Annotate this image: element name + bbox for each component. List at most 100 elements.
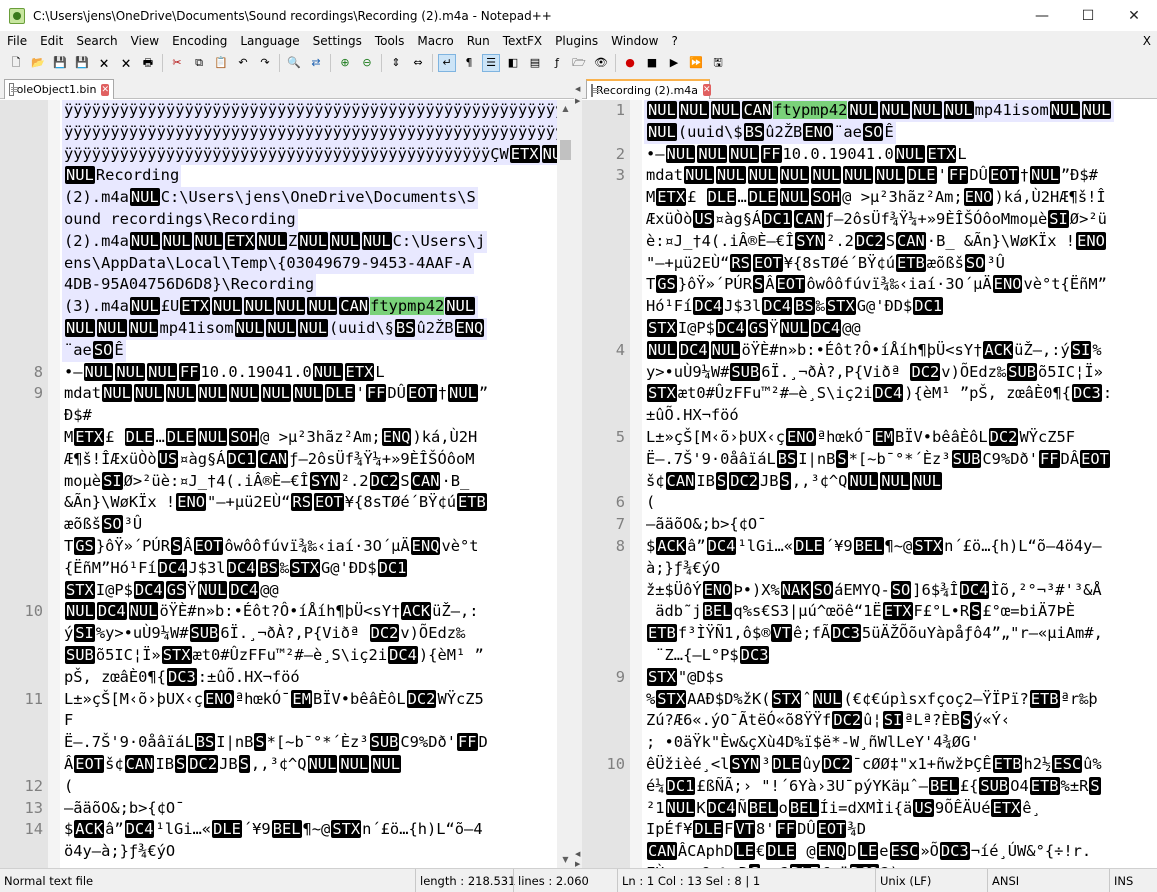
text-line[interactable]: T GS}ôŸ»´PÚR S Â EOT ôwôôfúvï¾‰‹iaí·3O´µÄ ENQ v… [0,536,574,558]
text-line[interactable]: ÿÿÿÿÿÿÿÿÿÿÿÿÿÿÿÿÿÿÿÿÿÿÿÿÿÿÿÿÿÿÿÿÿÿÿÿÿÿÿÿ… [0,143,574,166]
text-line[interactable]: ÿÿÿÿÿÿÿÿÿÿÿÿÿÿÿÿÿÿÿÿÿÿÿÿÿÿÿÿÿÿÿÿÿÿÿÿÿÿÿÿ… [0,100,574,122]
text-line[interactable]: ädb˜j BEL q%s€S3|µú^œöê“1Ë ETX F£°L•R S £°œ=bi… [582,601,1157,623]
close-all-icon[interactable]: 🗙 [118,55,134,71]
text-line[interactable]: ²1 NUL K DC4 Ñ BEL o BEL Íi=dXMÌi{ä US 9ÕÊÄUé ETX ê¸ [582,798,1157,820]
text-line[interactable]: ±ûÕ.HX¬föó [582,405,1157,427]
new-file-icon[interactable]: 🗋 [8,55,24,71]
text-line[interactable]: ¨ae SO Ê [0,339,574,362]
status-encoding[interactable]: ANSI [987,869,1109,892]
menu-window[interactable]: Window [604,31,664,51]
scroll-up-icon[interactable]: ▲ [557,100,574,117]
text-line[interactable]: y>•uÙ9¼W# SUB 6Ï.¸¬ðÀ?,P{Viðª DC2 v)ÕEdz‰ SU… [582,362,1157,384]
text-line[interactable]: ý SI %y>•uÙ9¼W# SUB 6Ï.¸¬ðÀ?,P{Viðª DC2 v)ÕEd… [0,623,574,645]
copy-icon[interactable]: ⧉ [191,55,207,71]
status-eol[interactable]: Unix (LF) [875,869,987,892]
menu-search[interactable]: Search [69,31,123,51]
text-line[interactable]: STX I@P$ DC4 GS Ÿ NUL DC4 @@ [582,318,1157,340]
print-icon[interactable]: 🖶 [140,55,156,71]
text-line[interactable]: 8 •– NUL NUL NUL FF 10.0.19041.0 NUL ETX L [0,362,574,384]
replace-icon[interactable]: ⇄ [308,55,324,71]
left-text-editor[interactable]: ÿÿÿÿÿÿÿÿÿÿÿÿÿÿÿÿÿÿÿÿÿÿÿÿÿÿÿÿÿÿÿÿÿÿÿÿÿÿÿÿ… [0,100,574,868]
text-line[interactable]: 9 STX "@D$s [582,667,1157,689]
undo-icon[interactable]: ↶ [235,55,251,71]
text-line[interactable]: pŠ, zœâÈ0¶{DC3:±ûÕ.HX¬föó [0,667,574,689]
zoom-out-icon[interactable]: ⊖ [359,55,375,71]
save-all-icon[interactable]: 💾 [74,55,90,71]
text-line[interactable]: š¢ CAN IB S DC2 JB S ,,³¢^Q NUL NUL NUL [582,471,1157,493]
splitter-bottom-right-arrow-icon[interactable]: ▶ [575,860,580,868]
text-line[interactable]: 2 •– NUL NUL NUL FF 10.0.19041.0 NUL ETX L [582,144,1157,166]
text-line[interactable]: 11 L±»çŠ[M‹õ›þUX‹ç ENO ªhœkÓ¯ EM BÏV•bêâÈôL DC… [0,689,574,711]
text-line[interactable]: Zú?Æ6«.ýO¯ÃtëÓ«õ8ŸŸf DC2 û¦ SI ªLª?ÈB Sý«Ý‹ [582,710,1157,732]
text-line[interactable]: {ËñM”Hó¹Fí DC4 J$3l DC4 BS ‰ STX G@'ÐD$ DC1 [0,558,574,580]
text-line[interactable]: 9 mdat NUL NUL NUL NUL NUL NUL NUL DLE ' FF DÛ EOT † NU… [0,383,574,405]
text-line[interactable]: "–+µü2EÙ“ RS EOT ¥{8sTØé´BŸ¢ú ETB æõßš SO ³Û [582,253,1157,275]
text-line[interactable]: 7 –ãäõO&;b>{¢O¯ [582,514,1157,536]
splitter-bottom-left-arrow-icon[interactable]: ◀ [575,850,580,858]
close-window-button[interactable]: ✕ [1111,0,1157,31]
text-line[interactable]: 6( [582,492,1157,514]
close-tab-icon[interactable]: ✕ [101,83,109,96]
tab-recording-2-m4a[interactable]: Recording (2).m4a ✕ [586,79,711,99]
tab-oleobject1-bin[interactable]: oleObject1.bin ✕ [4,79,114,99]
cut-icon[interactable]: ✂ [169,55,185,71]
text-line[interactable]: 12 ( [0,776,574,798]
text-line[interactable]: Ð$# [0,405,574,427]
text-line[interactable]: Æ¶š!ÎÆxüÒò US ¤àg§Á DC1 CAN ƒ–2ôsÜf¾Ÿ¼+»9ÈÎŠÓ… [0,449,574,471]
redo-icon[interactable]: ↷ [257,55,273,71]
show-all-chars-icon[interactable]: ¶ [461,55,477,71]
playback-macro-icon[interactable]: ▶ [666,55,682,71]
text-line[interactable]: Â EOT š¢ CAN IB S DC2 JB S ,,³¢^Q NUL NUL NUL [0,754,574,776]
text-line[interactable]: &Ãn}\WøKÏx ! ENO "–+µü2EÙ“ RS EOT ¥{8sTØé´BŸ¢… [0,492,574,514]
text-line[interactable]: % STX AAÐ$D%žK(STX ˆ NUL (€¢€úpìsxfçoç2–ŸÏPï?… [582,689,1157,711]
run-macro-multiple-icon[interactable]: ⏩ [688,55,704,71]
text-line[interactable]: ens\AppData\Local\Temp\{03049679-9453-4A… [0,252,574,275]
notepadpp-app-icon[interactable] [9,7,25,24]
text-line[interactable]: ö4y–à;}ƒ¾€ýO [0,841,574,863]
menu-settings[interactable]: Settings [306,31,368,51]
indent-guide-icon[interactable]: ☰ [482,54,500,72]
user-defined-language-icon[interactable]: ◧ [505,55,521,71]
text-line[interactable]: ¨Z…{–L°P$ DC3 [582,645,1157,667]
save-icon[interactable]: 💾 [52,55,68,71]
text-line[interactable]: STX æt0#ÛzFFu™²#–è¸S\iç2i DC4){èM¹ ”pŠ, zœ… [582,383,1157,405]
view-splitter[interactable]: ◀ ▶ ◀ ▶ [574,77,582,868]
text-line[interactable]: 10 NUL DC4 NUL öŸÈ#n»b:•Éôt?Ô•íÅíh¶þÜ<sY† ACK… [0,601,574,623]
word-wrap-icon[interactable]: ↵ [438,54,456,72]
menu-run[interactable]: Run [460,31,496,51]
text-line[interactable]: 3 mdat NUL NUL NUL NUL NUL NUL NUL DLE ' FF DÛ EOT † NU… [582,165,1157,187]
open-file-icon[interactable]: 📂 [30,55,46,71]
text-line[interactable]: 10 êÜžièé¸<l SYN ³ DLE ûy DC2 ¯cØØ‡"x1+ñwžÞÇÊ ET… [582,754,1157,776]
menu-view[interactable]: View [124,31,165,51]
scroll-thumb[interactable] [560,140,571,160]
sync-vertical-icon[interactable]: ⇕ [388,55,404,71]
monitoring-icon[interactable]: 👁 [593,55,609,71]
menu-edit[interactable]: Edit [33,31,69,51]
save-macro-icon[interactable]: 🖫 [710,55,726,71]
folder-workspace-icon[interactable]: 🗁 [571,55,587,71]
menu-help[interactable]: ? [664,31,683,51]
text-line[interactable]: CAN ÂCAphD LE € DLE @ ENQ D LE e ESC »Õ DC3 ¬íé¸ÚW&°… [582,841,1157,863]
text-line[interactable]: é¼ DC1 £ßÑÃ;› "!´6Yà›3U¯pýYKäµˆ– BEL £{SUB O4… [582,776,1157,798]
text-line[interactable]: ž±$ÜôÝ ENO Þ•)X% NAK SO áEMYQ- SO]6$¾Î DC4 Ìõ,²°… [582,580,1157,602]
text-line[interactable]: ÿÿÿÿÿÿÿÿÿÿÿÿÿÿÿÿÿÿÿÿÿÿÿÿÿÿÿÿÿÿÿÿÿÿÿÿÿÿÿÿ… [0,121,574,144]
text-line[interactable]: æõßš SO ³Û [0,514,574,536]
text-line[interactable]: (3).m4a NUL £U ETX NUL NUL NUL NUL CAN ftypmp42 NU… [0,296,574,318]
text-line[interactable]: STX I@P$ DC4 GS Ÿ NUL DC4 @@ [0,580,574,602]
splitter-left-arrow-icon[interactable]: ◀ [575,85,580,93]
document-map-icon[interactable]: ▤ [527,55,543,71]
text-line[interactable]: ÆxüÒò US ¤àg§Á DC1 CAN ƒ–2ôsÜf¾Ÿ¼+»9ÈÎŠÓôoMmo… [582,209,1157,231]
menu-file[interactable]: File [0,31,33,51]
text-line[interactable]: 13 –ãäõO&;b>{¢O¯ [0,798,574,820]
text-line[interactable]: 4 NUL DC4 NUL öŸÈ#n»b:•Éôt?Ô•íÅíh¶þÜ<sY† ACK ü… [582,340,1157,362]
close-icon[interactable]: 🗙 [96,55,112,71]
text-line[interactable]: 4DB-95A04756D6D8}\Recording [0,274,574,297]
text-line[interactable]: M ETX £ DLE… DLE NUL SOH @ >µ²3hãz²Am; ENO)ká,Ù… [582,187,1157,209]
text-line[interactable]: ound recordings\Recording [0,208,574,231]
stop-recording-icon[interactable]: ■ [644,55,660,71]
splitter-right-arrow-icon[interactable]: ▶ [575,97,580,105]
text-line[interactable]: NUL NUL NUL mp41isom NUL NUL NUL (uuid\§ BS û2ŽB E… [0,317,574,340]
text-line[interactable]: 1 NUL NUL NUL CAN ftypmp42 NUL NUL NUL NUL mp41iso… [582,100,1157,122]
minimize-button[interactable]: — [1019,0,1065,31]
text-line[interactable]: Ë–.7Š'9·0åâïáL BS I|nB S *[~b¯°*´Èz³ SUB C9%Dð… [0,732,574,754]
